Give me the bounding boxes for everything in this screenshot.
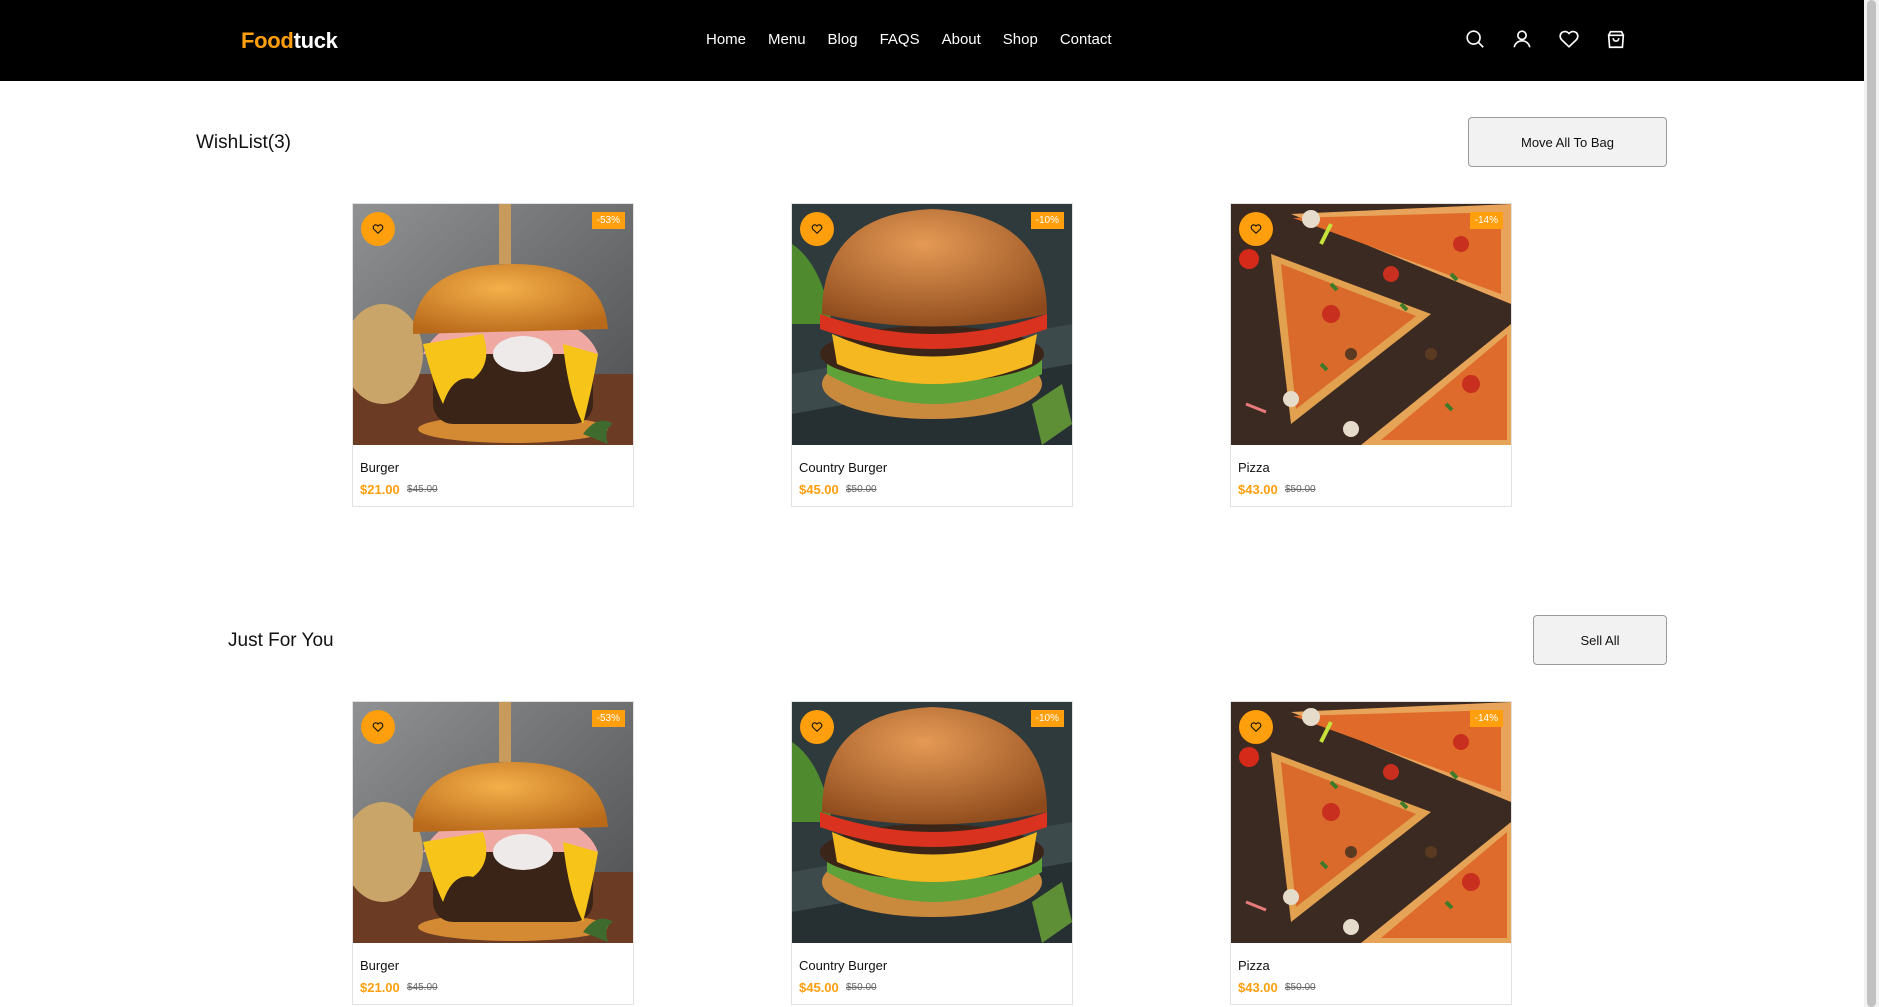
wishlist-heart-button[interactable] xyxy=(361,710,395,744)
heart-icon xyxy=(372,722,384,733)
product-name[interactable]: Country Burger xyxy=(799,958,887,973)
nav-blog[interactable]: Blog xyxy=(828,31,858,48)
nav-home[interactable]: Home xyxy=(706,31,746,48)
wishlist-heart-button[interactable] xyxy=(361,212,395,246)
logo-part-food: Food xyxy=(241,28,294,53)
product-price: $21.00 xyxy=(360,482,400,497)
logo[interactable]: Foodtuck xyxy=(241,28,338,54)
product-old-price: $45.00 xyxy=(407,484,438,495)
product-name[interactable]: Pizza xyxy=(1238,460,1270,475)
discount-badge: -10% xyxy=(1030,710,1064,727)
product-card[interactable]: -10% Country Burger $45.00 $50.00 xyxy=(791,701,1073,1005)
product-old-price: $50.00 xyxy=(846,982,877,993)
nav-about[interactable]: About xyxy=(942,31,981,48)
top-navbar: Foodtuck Home Menu Blog FAQS About Shop … xyxy=(0,0,1864,81)
product-name[interactable]: Pizza xyxy=(1238,958,1270,973)
nav-menu[interactable]: Menu xyxy=(768,31,806,48)
discount-badge: -53% xyxy=(591,710,625,727)
heart-icon xyxy=(372,224,384,235)
wishlist-heart-button[interactable] xyxy=(800,212,834,246)
just-for-you-grid: -53% Burger $21.00 $45.00 -10% Country B… xyxy=(352,701,1512,1005)
product-old-price: $50.00 xyxy=(846,484,877,495)
product-price: $45.00 xyxy=(799,980,839,995)
header-icons xyxy=(1464,28,1652,54)
product-image-pizza[interactable]: -14% xyxy=(1231,702,1511,943)
wishlist-heart-button[interactable] xyxy=(800,710,834,744)
product-image-country-burger[interactable]: -10% xyxy=(792,204,1072,445)
heart-icon[interactable] xyxy=(1558,28,1584,54)
see-all-button[interactable]: Sell All xyxy=(1533,615,1667,665)
product-price: $21.00 xyxy=(360,980,400,995)
product-card[interactable]: -14% Pizza $43.00 $50.00 xyxy=(1230,701,1512,1005)
product-old-price: $50.00 xyxy=(1285,982,1316,993)
product-name[interactable]: Burger xyxy=(360,958,399,973)
wishlist-grid: -53% Burger $21.00 $45.00 -10% Country B… xyxy=(352,203,1512,507)
search-icon[interactable] xyxy=(1464,28,1490,54)
product-old-price: $50.00 xyxy=(1285,484,1316,495)
heart-icon xyxy=(811,224,823,235)
product-name[interactable]: Burger xyxy=(360,460,399,475)
heart-icon xyxy=(1250,722,1262,733)
heart-icon xyxy=(1250,224,1262,235)
discount-badge: -14% xyxy=(1469,710,1503,727)
scrollbar-thumb[interactable] xyxy=(1867,0,1876,1007)
user-icon[interactable] xyxy=(1511,28,1537,54)
product-old-price: $45.00 xyxy=(407,982,438,993)
product-image-burger[interactable]: -53% xyxy=(353,702,633,943)
just-for-you-title: Just For You xyxy=(228,630,334,651)
product-image-country-burger[interactable]: -10% xyxy=(792,702,1072,943)
product-price: $45.00 xyxy=(799,482,839,497)
discount-badge: -10% xyxy=(1030,212,1064,229)
discount-badge: -53% xyxy=(591,212,625,229)
product-card[interactable]: -53% Burger $21.00 $45.00 xyxy=(352,203,634,507)
product-card[interactable]: -10% Country Burger $45.00 $50.00 xyxy=(791,203,1073,507)
heart-icon xyxy=(811,722,823,733)
nav-shop[interactable]: Shop xyxy=(1003,31,1038,48)
product-name[interactable]: Country Burger xyxy=(799,460,887,475)
product-image-burger[interactable]: -53% xyxy=(353,204,633,445)
wishlist-title: WishList(3) xyxy=(196,132,292,153)
logo-part-tuck: tuck xyxy=(293,28,338,53)
main-nav: Home Menu Blog FAQS About Shop Contact xyxy=(706,31,1134,48)
product-image-pizza[interactable]: -14% xyxy=(1231,204,1511,445)
nav-contact[interactable]: Contact xyxy=(1060,31,1112,48)
product-price: $43.00 xyxy=(1238,482,1278,497)
page: Foodtuck Home Menu Blog FAQS About Shop … xyxy=(0,0,1879,1007)
product-card[interactable]: -53% Burger $21.00 $45.00 xyxy=(352,701,634,1005)
product-card[interactable]: -14% Pizza $43.00 $50.00 xyxy=(1230,203,1512,507)
move-all-to-bag-button[interactable]: Move All To Bag xyxy=(1468,117,1667,167)
bag-icon[interactable] xyxy=(1605,28,1631,54)
wishlist-heart-button[interactable] xyxy=(1239,710,1273,744)
discount-badge: -14% xyxy=(1469,212,1503,229)
nav-faqs[interactable]: FAQS xyxy=(880,31,920,48)
wishlist-heart-button[interactable] xyxy=(1239,212,1273,246)
product-price: $43.00 xyxy=(1238,980,1278,995)
